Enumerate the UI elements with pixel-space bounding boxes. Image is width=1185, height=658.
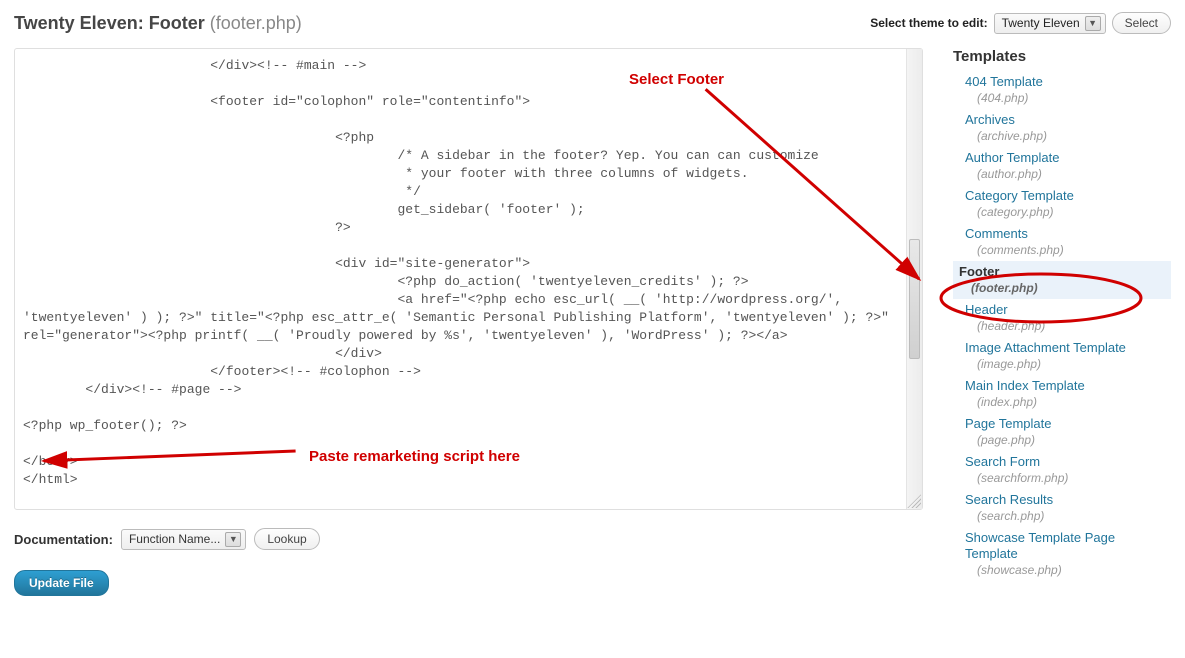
- scrollbar-thumb[interactable]: [909, 239, 920, 359]
- template-filename: (index.php): [965, 394, 1171, 410]
- template-link[interactable]: Main Index Template: [965, 378, 1085, 393]
- template-item[interactable]: Showcase Template Page Template(showcase…: [953, 527, 1171, 581]
- annotation-select-footer: Select Footer: [629, 71, 724, 88]
- template-link[interactable]: Search Form: [965, 454, 1040, 469]
- template-item[interactable]: Archives(archive.php): [953, 109, 1171, 147]
- function-name-value: Function Name...: [129, 532, 220, 546]
- template-item[interactable]: Main Index Template(index.php): [953, 375, 1171, 413]
- update-file-button[interactable]: Update File: [14, 570, 109, 596]
- template-link[interactable]: Image Attachment Template: [965, 340, 1126, 355]
- chevron-down-icon: ▼: [225, 532, 241, 547]
- lookup-button[interactable]: Lookup: [254, 528, 319, 550]
- chevron-down-icon: ▼: [1085, 16, 1101, 31]
- template-filename: (search.php): [965, 508, 1171, 524]
- template-filename: (category.php): [965, 204, 1171, 220]
- template-item[interactable]: Comments(comments.php): [953, 223, 1171, 261]
- template-filename: (archive.php): [965, 128, 1171, 144]
- template-filename: (404.php): [965, 90, 1171, 106]
- template-link[interactable]: Author Template: [965, 150, 1059, 165]
- resize-grip-icon[interactable]: [907, 494, 921, 508]
- template-item[interactable]: Search Results(search.php): [953, 489, 1171, 527]
- scrollbar[interactable]: [906, 49, 922, 509]
- select-theme-label: Select theme to edit:: [870, 16, 987, 30]
- function-name-dropdown[interactable]: Function Name... ▼: [121, 529, 246, 550]
- template-filename: (image.php): [965, 356, 1171, 372]
- template-link[interactable]: 404 Template: [965, 74, 1043, 89]
- template-item[interactable]: 404 Template(404.php): [953, 71, 1171, 109]
- template-link[interactable]: Archives: [965, 112, 1015, 127]
- template-link[interactable]: Category Template: [965, 188, 1074, 203]
- template-item[interactable]: Author Template(author.php): [953, 147, 1171, 185]
- template-item[interactable]: Search Form(searchform.php): [953, 451, 1171, 489]
- template-filename: (header.php): [965, 318, 1171, 334]
- templates-sidebar: Templates 404 Template(404.php)Archives(…: [953, 48, 1171, 581]
- template-item[interactable]: Page Template(page.php): [953, 413, 1171, 451]
- documentation-label: Documentation:: [14, 532, 113, 547]
- template-link[interactable]: Header: [965, 302, 1008, 317]
- template-link[interactable]: Search Results: [965, 492, 1053, 507]
- theme-selector-group: Select theme to edit: Twenty Eleven ▼ Se…: [870, 12, 1171, 34]
- template-filename: (showcase.php): [965, 562, 1171, 578]
- template-item[interactable]: Category Template(category.php): [953, 185, 1171, 223]
- template-filename: (page.php): [965, 432, 1171, 448]
- select-button[interactable]: Select: [1112, 12, 1171, 34]
- theme-dropdown-value: Twenty Eleven: [1002, 16, 1080, 30]
- template-item[interactable]: Footer(footer.php): [953, 261, 1171, 299]
- theme-name: Twenty Eleven: [14, 13, 138, 33]
- template-link: Footer: [959, 264, 999, 279]
- template-item[interactable]: Header(header.php): [953, 299, 1171, 337]
- templates-list: 404 Template(404.php)Archives(archive.ph…: [953, 71, 1171, 581]
- template-link[interactable]: Page Template: [965, 416, 1052, 431]
- template-filename: (footer.php): [959, 280, 1171, 296]
- annotation-paste-script: Paste remarketing script here: [309, 448, 520, 465]
- file-name: (footer.php): [210, 13, 302, 33]
- code-editor[interactable]: </div><!-- #main --> <footer id="colopho…: [14, 48, 923, 510]
- code-editor-wrap: </div><!-- #main --> <footer id="colopho…: [14, 48, 923, 510]
- page-title: Twenty Eleven: Footer (footer.php): [14, 13, 302, 34]
- theme-dropdown[interactable]: Twenty Eleven ▼: [994, 13, 1106, 34]
- template-filename: (comments.php): [965, 242, 1171, 258]
- template-filename: (searchform.php): [965, 470, 1171, 486]
- file-label: Footer: [149, 13, 205, 33]
- template-item[interactable]: Image Attachment Template(image.php): [953, 337, 1171, 375]
- template-filename: (author.php): [965, 166, 1171, 182]
- template-link[interactable]: Comments: [965, 226, 1028, 241]
- templates-heading: Templates: [953, 48, 1171, 65]
- template-link[interactable]: Showcase Template Page Template: [965, 530, 1115, 561]
- documentation-row: Documentation: Function Name... ▼ Lookup: [14, 528, 923, 550]
